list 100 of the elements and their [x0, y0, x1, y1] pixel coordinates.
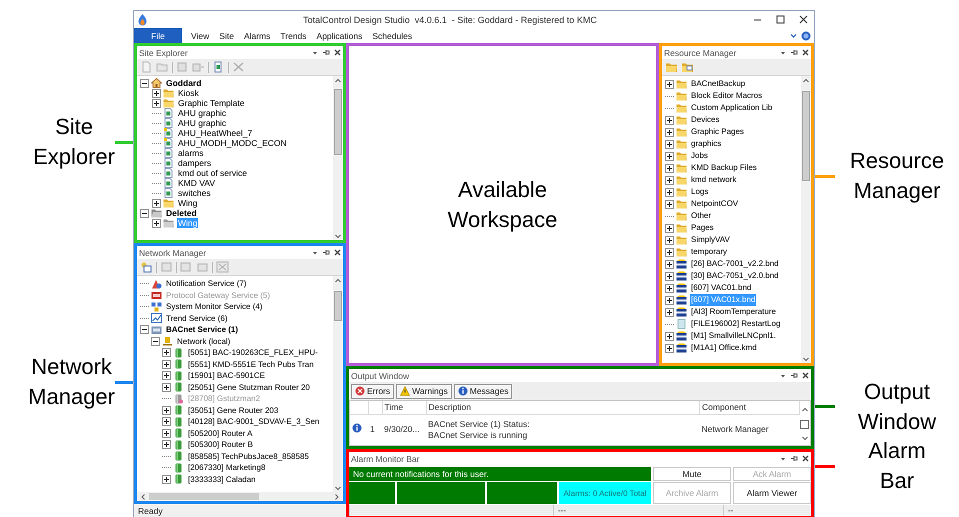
tree-toggle[interactable] — [162, 406, 171, 415]
tree-toggle[interactable] — [665, 140, 674, 148]
tree-item[interactable]: [15901] BAC-5901CE — [187, 370, 266, 382]
menu-item[interactable]: Site — [214, 30, 239, 40]
tree-item[interactable]: [M1] SmallvilleLNCpnl1. — [690, 330, 777, 342]
tree-item[interactable]: Jobs — [690, 150, 709, 162]
tree-item[interactable]: [5551] KMD-5551E Tech Pubs Tran — [187, 358, 315, 370]
scroll-thumb[interactable] — [149, 493, 259, 500]
tree-toggle[interactable] — [162, 440, 171, 450]
tree-toggle[interactable] — [665, 236, 674, 244]
tree-item[interactable]: Goddard — [165, 78, 202, 88]
tree-toggle[interactable] — [665, 332, 674, 340]
chevron-up-icon[interactable] — [801, 76, 811, 85]
tree-toggle[interactable] — [665, 152, 674, 160]
action-button[interactable]: Mute — [653, 467, 731, 481]
tree-item[interactable]: [3333333] Caladan — [187, 474, 257, 485]
folder-icon[interactable] — [681, 61, 694, 73]
tree-toggle[interactable] — [162, 474, 171, 484]
tree-item[interactable]: Pages — [690, 222, 715, 234]
tree-item[interactable]: Graphic Pages — [690, 126, 745, 138]
tree-item[interactable]: [M1A1] Office.kmd — [690, 342, 758, 354]
chevron-up-icon[interactable] — [333, 76, 343, 85]
tree-item[interactable]: [30] BAC-7051_v2.0.bnd — [690, 270, 780, 282]
tree-item[interactable]: Notification Service (7) — [165, 278, 248, 290]
tree-item[interactable]: [858585] TechPubsJace8_858585 — [187, 450, 310, 462]
tree-item[interactable]: Graphic Template — [177, 98, 246, 108]
scrollbar[interactable] — [801, 76, 811, 363]
tree-item[interactable]: switches — [177, 188, 212, 198]
pin-icon[interactable] — [322, 49, 330, 56]
close-icon[interactable] — [802, 372, 809, 379]
tree-toggle[interactable] — [140, 208, 149, 218]
tree-item[interactable]: System Monitor Service (4) — [165, 301, 264, 312]
column-header[interactable]: Component — [700, 401, 800, 414]
scrollbar[interactable] — [137, 492, 343, 501]
tree-toggle[interactable] — [665, 128, 674, 136]
scroll-thumb[interactable] — [802, 91, 810, 181]
tree-item[interactable]: [26] BAC-7001_v2.2.bnd — [690, 258, 780, 270]
chevron-right-icon[interactable] — [334, 492, 340, 500]
tree-item[interactable]: AHU graphic — [177, 108, 228, 118]
tree-toggle[interactable] — [151, 336, 160, 346]
tree-toggle[interactable] — [665, 224, 674, 232]
tree-item[interactable]: kmd out of service — [177, 168, 248, 178]
tree-toggle[interactable] — [162, 428, 171, 438]
tree-item[interactable]: [25051] Gene Stutzman Router 20 — [187, 382, 311, 393]
tree-item[interactable]: Other — [690, 210, 712, 222]
file-menu[interactable]: File — [134, 28, 182, 43]
tree-toggle[interactable] — [162, 360, 171, 369]
scroll-thumb[interactable] — [800, 420, 809, 429]
scroll-thumb[interactable] — [334, 291, 342, 321]
tree-item[interactable]: [505300] Router B — [187, 439, 254, 450]
menu-item[interactable]: Alarms — [238, 30, 276, 40]
dropdown-icon[interactable] — [312, 250, 318, 256]
tree-item[interactable]: NetpointCOV — [690, 198, 740, 210]
tree-toggle[interactable] — [152, 198, 161, 208]
tree-item[interactable]: [2067330] Marketing8 — [187, 462, 266, 474]
tree-toggle[interactable] — [665, 164, 674, 172]
tree-item[interactable]: graphics — [690, 138, 722, 150]
tree-item[interactable]: temporary — [690, 246, 728, 258]
tree-item[interactable]: [35051] Gene Router 203 — [187, 404, 280, 416]
tree-item[interactable]: KMD Backup Files — [690, 162, 758, 174]
tree-item[interactable]: BACnet Service (1) — [165, 324, 240, 336]
tree-item[interactable]: [5051] BAC-190263CE_FLEX_HPU- — [187, 347, 319, 358]
menu-item[interactable]: Schedules — [367, 30, 418, 40]
tree-item[interactable]: Network (local) — [176, 336, 232, 347]
chevron-up-icon[interactable] — [333, 276, 343, 285]
tree-toggle[interactable] — [140, 325, 149, 334]
column-header[interactable]: Description — [426, 401, 700, 414]
column-header[interactable]: Time — [382, 401, 426, 414]
tree-toggle[interactable] — [665, 116, 674, 124]
dropdown-icon[interactable] — [780, 50, 786, 56]
tree-item[interactable]: Kiosk — [177, 88, 200, 98]
pin-icon[interactable] — [790, 372, 798, 379]
tree-toggle[interactable] — [140, 78, 149, 88]
scrollbar[interactable] — [333, 276, 343, 492]
tree-toggle[interactable] — [665, 344, 674, 352]
dropdown-icon[interactable] — [312, 50, 318, 56]
tree-item[interactable]: Custom Application Lib — [690, 102, 774, 114]
filter-button[interactable]: Messages — [454, 384, 512, 398]
tree-toggle[interactable] — [665, 272, 674, 280]
tree-item[interactable]: AHU_MODH_MODC_ECON — [177, 138, 288, 148]
tree-toggle[interactable] — [665, 260, 674, 268]
tree-item[interactable]: AHU graphic — [177, 118, 228, 128]
tree-item[interactable]: [FILE196002] RestartLog — [690, 318, 782, 330]
filter-button[interactable]: Errors — [351, 384, 394, 398]
scroll-thumb[interactable] — [334, 89, 342, 155]
tree-item[interactable]: AHU_HeatWheel_7 — [177, 128, 254, 138]
tree-item[interactable]: [AI3] RoomTemperature — [690, 306, 777, 318]
action-button[interactable]: Alarm Viewer — [733, 482, 811, 504]
tree-toggle[interactable] — [665, 248, 674, 256]
tree-toggle[interactable] — [162, 371, 171, 380]
scrollbar[interactable] — [333, 76, 343, 240]
tree-toggle[interactable] — [152, 88, 161, 98]
pin-icon[interactable] — [790, 455, 798, 462]
tree-item[interactable]: [40128] BAC-9001_SDVAV-E_3_Sen — [187, 416, 320, 428]
dropdown-icon[interactable] — [780, 456, 786, 462]
tree-item[interactable]: alarms — [177, 148, 205, 158]
tree-item[interactable]: KMD VAV — [177, 178, 216, 188]
filter-button[interactable]: Warnings — [396, 384, 452, 398]
tree-toggle[interactable] — [665, 80, 674, 88]
tree-toggle[interactable] — [665, 176, 674, 184]
